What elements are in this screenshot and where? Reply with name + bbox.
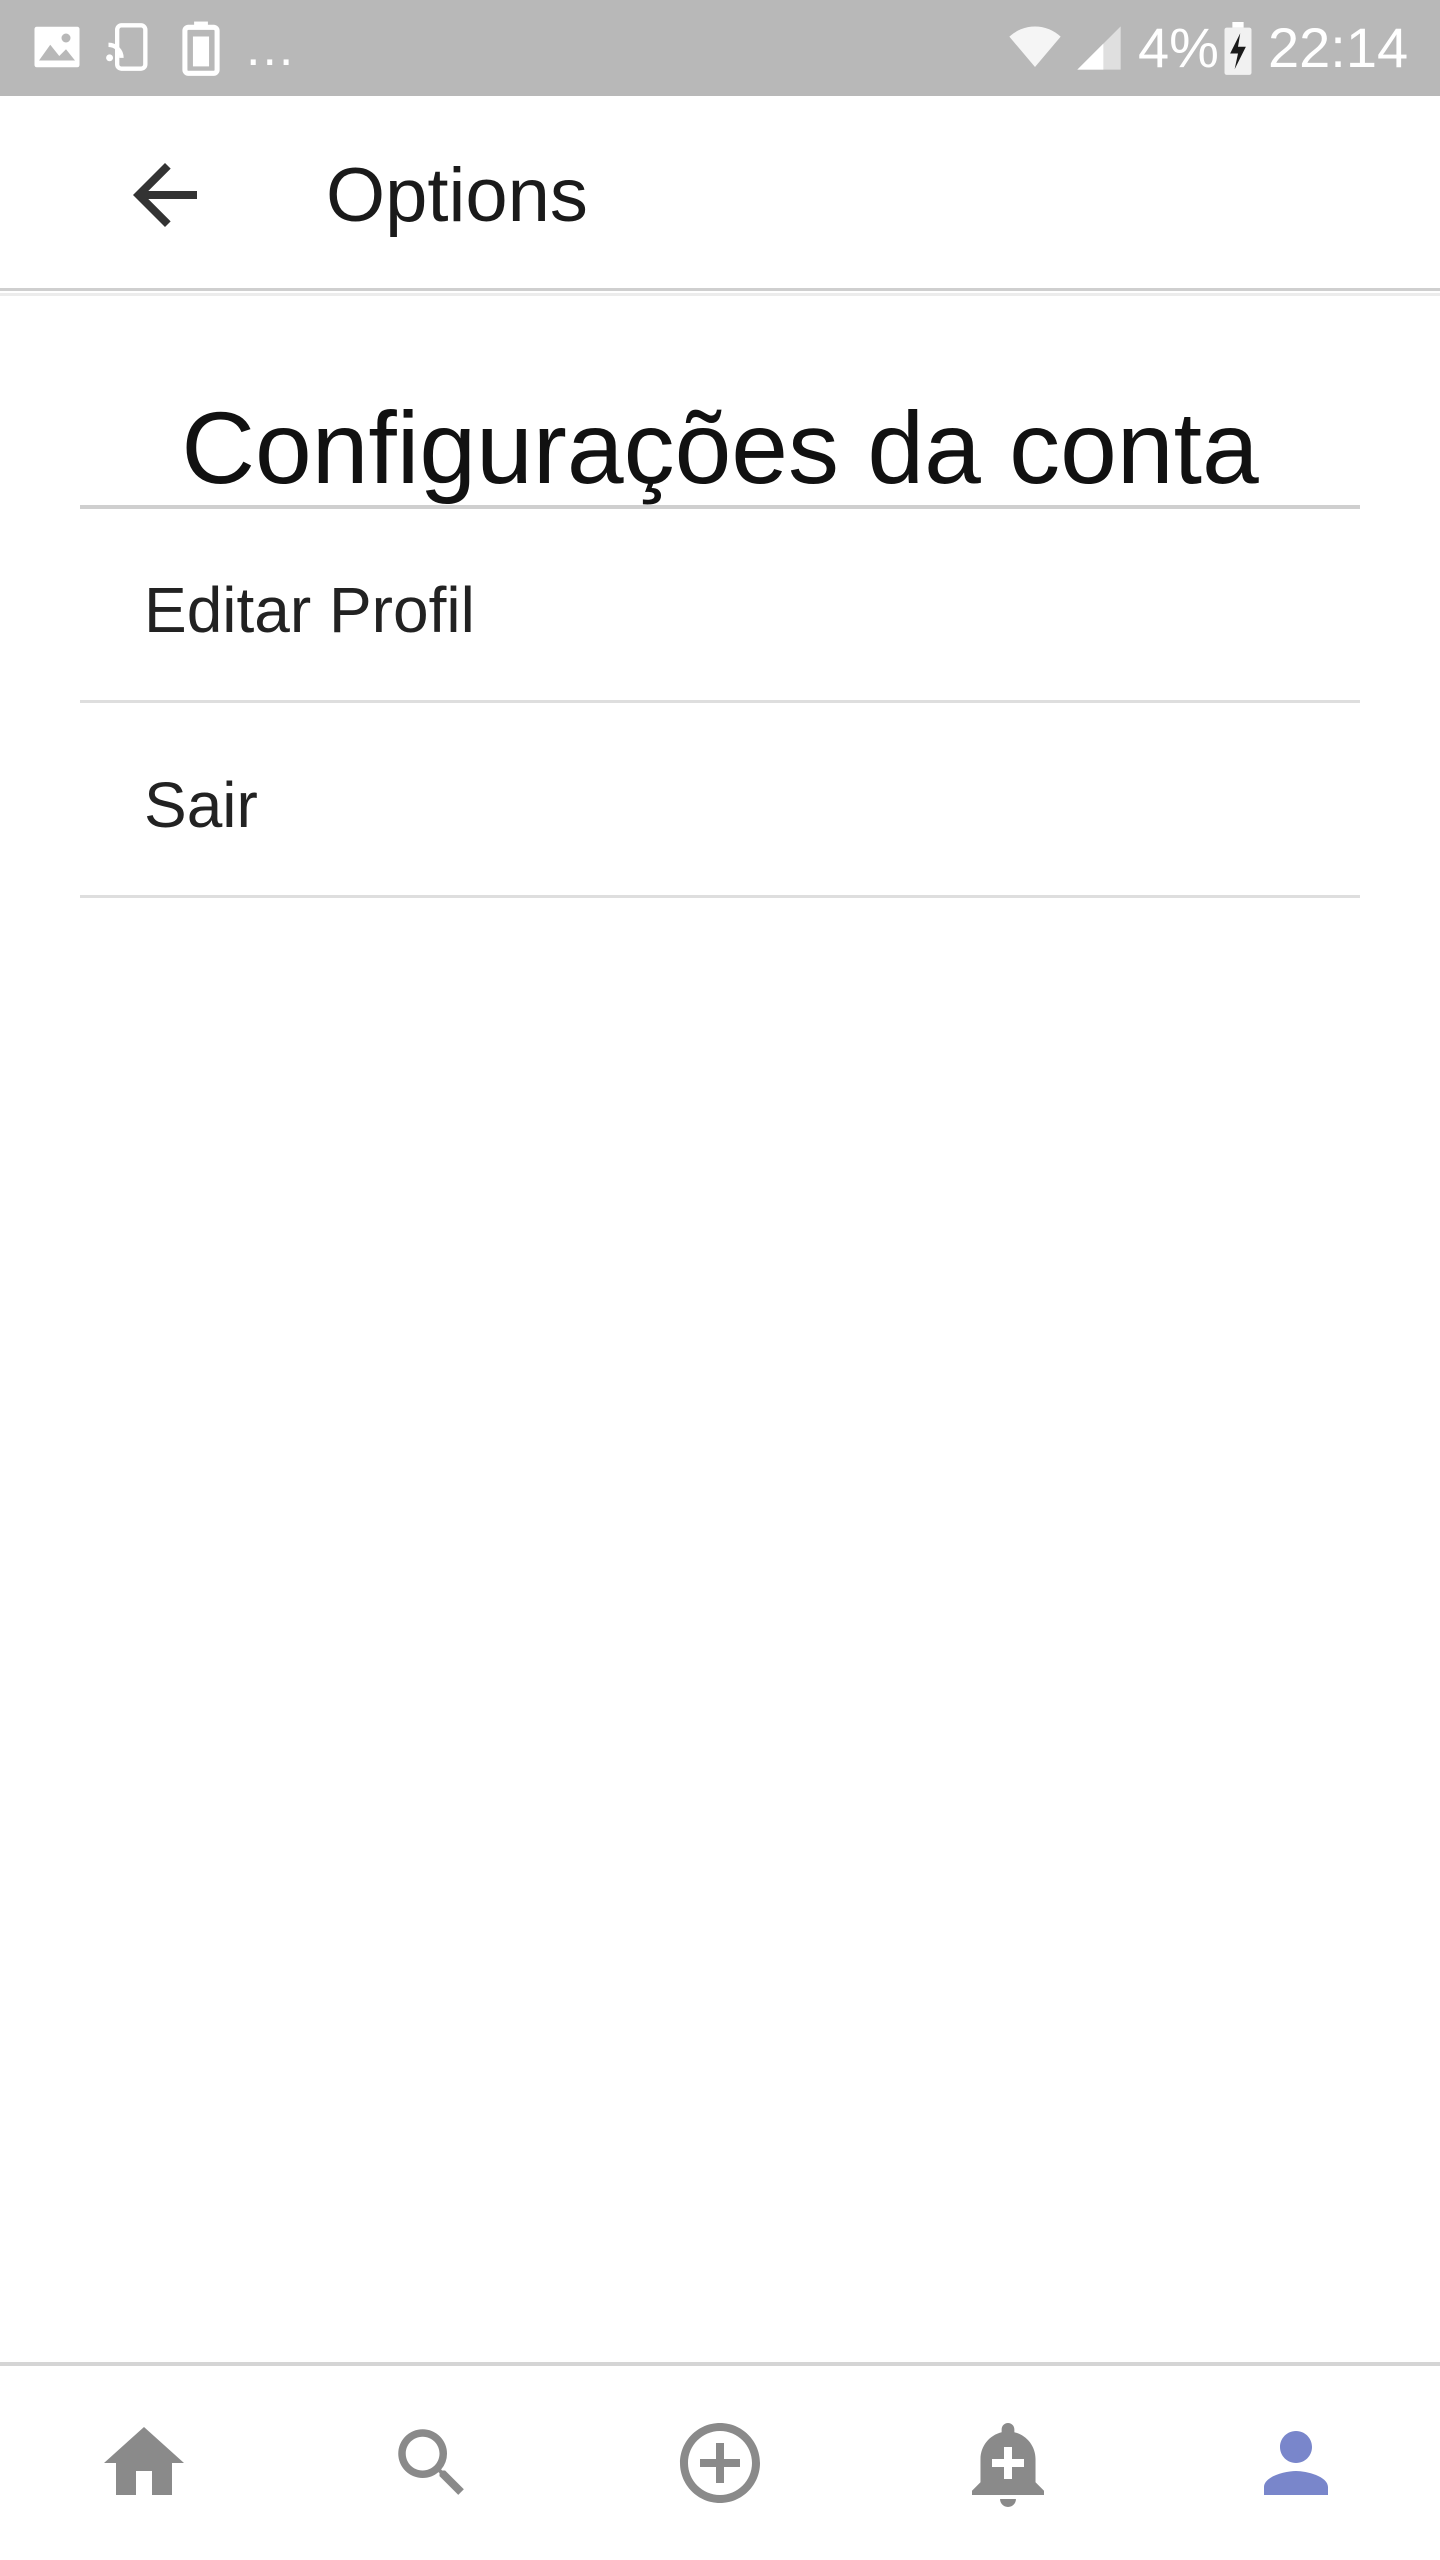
menu-item-label: Editar Profil [144, 574, 475, 646]
add-alert-icon [972, 2423, 1044, 2507]
battery-percent: 4% [1138, 16, 1219, 79]
nav-search[interactable] [288, 2366, 576, 2560]
nav-profile[interactable] [1152, 2366, 1440, 2560]
section-divider [80, 505, 1360, 509]
bottom-navigation [0, 2362, 1440, 2560]
back-button[interactable] [100, 140, 230, 250]
menu-item-logout[interactable]: Sair [80, 706, 1360, 898]
arrow-back-icon [133, 163, 197, 227]
home-icon [104, 2427, 184, 2495]
status-time: 22:14 [1268, 16, 1409, 79]
search-icon [398, 2429, 464, 2495]
add-circle-icon [680, 2423, 760, 2503]
signal-icon [1077, 26, 1121, 70]
battery-saver-icon [182, 21, 220, 76]
nav-home[interactable] [0, 2366, 288, 2560]
nav-add[interactable] [576, 2366, 864, 2560]
menu-item-edit-profile[interactable]: Editar Profil [80, 511, 1360, 703]
menu-item-label: Sair [144, 769, 258, 841]
nav-notifications[interactable] [864, 2366, 1152, 2560]
person-icon [1264, 2431, 1328, 2495]
app-bar: Options [0, 96, 1440, 291]
image-icon [34, 26, 80, 68]
section-title: Configurações da conta [181, 391, 1259, 505]
screen-mirror-icon [106, 23, 148, 71]
app-bar-divider [0, 293, 1440, 296]
more-notifications-indicator: ... [246, 19, 296, 77]
status-bar: ... 4% 22:14 [0, 0, 1440, 96]
wifi-icon [1009, 26, 1061, 67]
page-title: Options [326, 153, 588, 238]
battery-charging-icon [1224, 22, 1252, 75]
